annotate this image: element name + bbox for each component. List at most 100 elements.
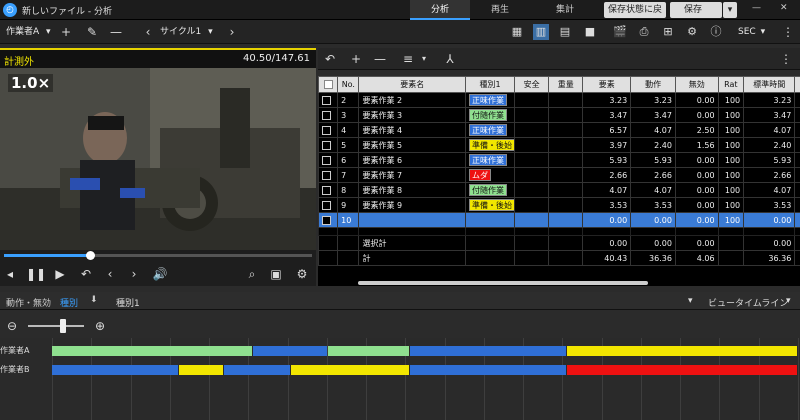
edit-pencil-icon[interactable]: ✎ <box>84 24 100 40</box>
row-type-cell[interactable]: 正味作業 <box>465 152 516 168</box>
row-type-cell[interactable]: 準備・後始 <box>465 137 516 153</box>
revert-button[interactable]: 保存状態に戻す <box>604 2 666 31</box>
row-checkbox-cell[interactable] <box>318 167 339 183</box>
row-weight[interactable] <box>548 92 584 108</box>
row-checkbox[interactable] <box>322 110 331 120</box>
volume-icon[interactable]: 🔊 <box>152 266 168 282</box>
list-icon[interactable]: ≡ <box>400 51 416 67</box>
tab-motion-invalid[interactable]: 動作・無効 <box>6 296 51 309</box>
timeline-segment[interactable] <box>410 365 566 375</box>
row-name[interactable]: 要素作業 4 <box>358 122 467 138</box>
tab-type[interactable]: 種別 <box>60 296 78 309</box>
download-icon[interactable]: ⬇ <box>90 295 98 305</box>
zoom-in-icon[interactable]: ⊕ <box>92 318 108 334</box>
layout-split-icon[interactable]: ▥ <box>533 24 549 40</box>
prev-frame-icon[interactable]: ‹ <box>102 266 118 282</box>
operator-selector[interactable]: 作業者A ▾ <box>6 24 51 40</box>
row-checkbox[interactable] <box>322 140 331 150</box>
video-settings-icon[interactable]: ⚙ <box>294 266 310 282</box>
header-safety[interactable]: 安全 <box>514 76 550 93</box>
table-row[interactable]: 8 要素作業 8 付随作業 4.07 4.07 0.00 100 4.07 <box>318 182 800 198</box>
zoom-slider[interactable] <box>28 325 84 327</box>
row-name[interactable]: 要素作業 8 <box>358 182 467 198</box>
table-row[interactable]: 2 要素作業 2 正味作業 3.23 3.23 0.00 100 3.23 <box>318 92 800 108</box>
table-row[interactable]: 7 要素作業 7 ムダ 2.66 2.66 0.00 100 2.66 <box>318 167 800 183</box>
header-name[interactable]: 要素名 <box>358 76 467 93</box>
row-type-cell[interactable]: ムダ <box>465 167 516 183</box>
header-no[interactable]: No. <box>337 76 360 93</box>
row-checkbox[interactable] <box>322 185 331 195</box>
tab-analysis[interactable]: 分析 <box>410 0 470 20</box>
row-weight[interactable] <box>548 212 584 228</box>
zoom-icon[interactable]: ⌕ <box>244 266 260 282</box>
row-checkbox-cell[interactable] <box>318 122 339 138</box>
table-scrollbar[interactable] <box>358 281 648 285</box>
row-weight[interactable] <box>548 152 584 168</box>
row-weight[interactable] <box>548 107 584 123</box>
row-checkbox-cell[interactable] <box>318 212 339 228</box>
table-row[interactable]: 4 要素作業 4 正味作業 6.57 4.07 2.50 100 4.07 <box>318 122 800 138</box>
row-name[interactable]: 要素作業 9 <box>358 197 467 213</box>
row-safety[interactable] <box>514 212 550 228</box>
undo-icon[interactable]: ↶ <box>322 51 338 67</box>
view-arrow[interactable]: ▾ <box>688 296 693 306</box>
grid-view-icon[interactable]: ⊞ <box>660 24 676 40</box>
seek-track[interactable] <box>4 254 312 257</box>
timeline-segment[interactable] <box>566 346 797 356</box>
timeline-segment[interactable] <box>410 346 566 356</box>
clapper-icon[interactable]: 🎬 <box>612 24 628 40</box>
row-safety[interactable] <box>514 182 550 198</box>
table-row[interactable]: 3 要素作業 3 付随作業 3.47 3.47 0.00 100 3.47 <box>318 107 800 123</box>
row-safety[interactable] <box>514 197 550 213</box>
timeline-chart[interactable]: 作業者A 作業者B <box>0 338 800 420</box>
row-safety[interactable] <box>514 107 550 123</box>
layout-grid-icon[interactable]: ▦ <box>509 24 525 40</box>
row-checkbox-cell[interactable] <box>318 92 339 108</box>
tab-playback[interactable]: 再生 <box>470 0 530 20</box>
header-rating[interactable]: Rat <box>717 76 745 93</box>
save-button[interactable]: 保存 <box>670 2 722 18</box>
layout-single-icon[interactable]: ■ <box>582 24 598 40</box>
row-checkbox[interactable] <box>322 215 331 225</box>
unit-selector[interactable]: SEC ▾ <box>738 24 765 40</box>
row-type-cell[interactable]: 正味作業 <box>465 92 516 108</box>
row-name[interactable] <box>358 212 467 228</box>
rewind-icon[interactable]: ↶ <box>78 266 94 282</box>
row-type-cell[interactable]: 付随作業 <box>465 182 516 198</box>
row-safety[interactable] <box>514 137 550 153</box>
timeline-segment[interactable] <box>253 346 327 356</box>
next-frame-icon[interactable]: › <box>126 266 142 282</box>
row-safety[interactable] <box>514 92 550 108</box>
timeline-segment[interactable] <box>178 365 223 375</box>
remove-row-icon[interactable]: — <box>372 51 388 67</box>
minimize-button[interactable]: — <box>752 3 761 13</box>
row-checkbox[interactable] <box>322 95 331 105</box>
row-name[interactable]: 要素作業 6 <box>358 152 467 168</box>
timeline-segment[interactable] <box>566 365 797 375</box>
row-name[interactable]: 要素作業 5 <box>358 137 467 153</box>
row-checkbox[interactable] <box>322 155 331 165</box>
row-checkbox[interactable] <box>322 200 331 210</box>
table-more-icon[interactable]: ⋮ <box>778 51 794 67</box>
view-selector[interactable]: ビュータイムライン <box>708 296 788 309</box>
row-name[interactable]: 要素作業 7 <box>358 167 467 183</box>
header-invalid[interactable]: 無効 <box>674 76 719 93</box>
remove-operator-button[interactable]: — <box>108 24 124 40</box>
print-icon[interactable]: ⎙ <box>636 24 652 40</box>
pause-icon[interactable]: ❚❚ <box>26 266 46 282</box>
header-motion[interactable]: 動作 <box>630 76 676 93</box>
seek-handle[interactable] <box>86 251 96 260</box>
zoom-slider-handle[interactable] <box>59 319 66 333</box>
prev-cycle-button[interactable]: ‹ <box>140 24 156 40</box>
image-icon[interactable]: ▣ <box>268 266 284 282</box>
row-safety[interactable] <box>514 167 550 183</box>
cycle-selector[interactable]: サイクル1 ▾ <box>160 24 213 40</box>
row-type-cell[interactable]: 準備・後始 <box>465 197 516 213</box>
more-menu-button[interactable]: ⋮ <box>780 24 796 40</box>
table-row[interactable]: 6 要素作業 6 正味作業 5.93 5.93 0.00 100 5.93 <box>318 152 800 168</box>
play-icon[interactable]: ▶ <box>52 266 68 282</box>
header-standard-time[interactable]: 標準時間 <box>743 76 796 93</box>
split-icon[interactable]: ⅄ <box>442 51 458 67</box>
chevron-down-icon[interactable]: ▾ <box>786 296 791 306</box>
row-checkbox-cell[interactable] <box>318 197 339 213</box>
